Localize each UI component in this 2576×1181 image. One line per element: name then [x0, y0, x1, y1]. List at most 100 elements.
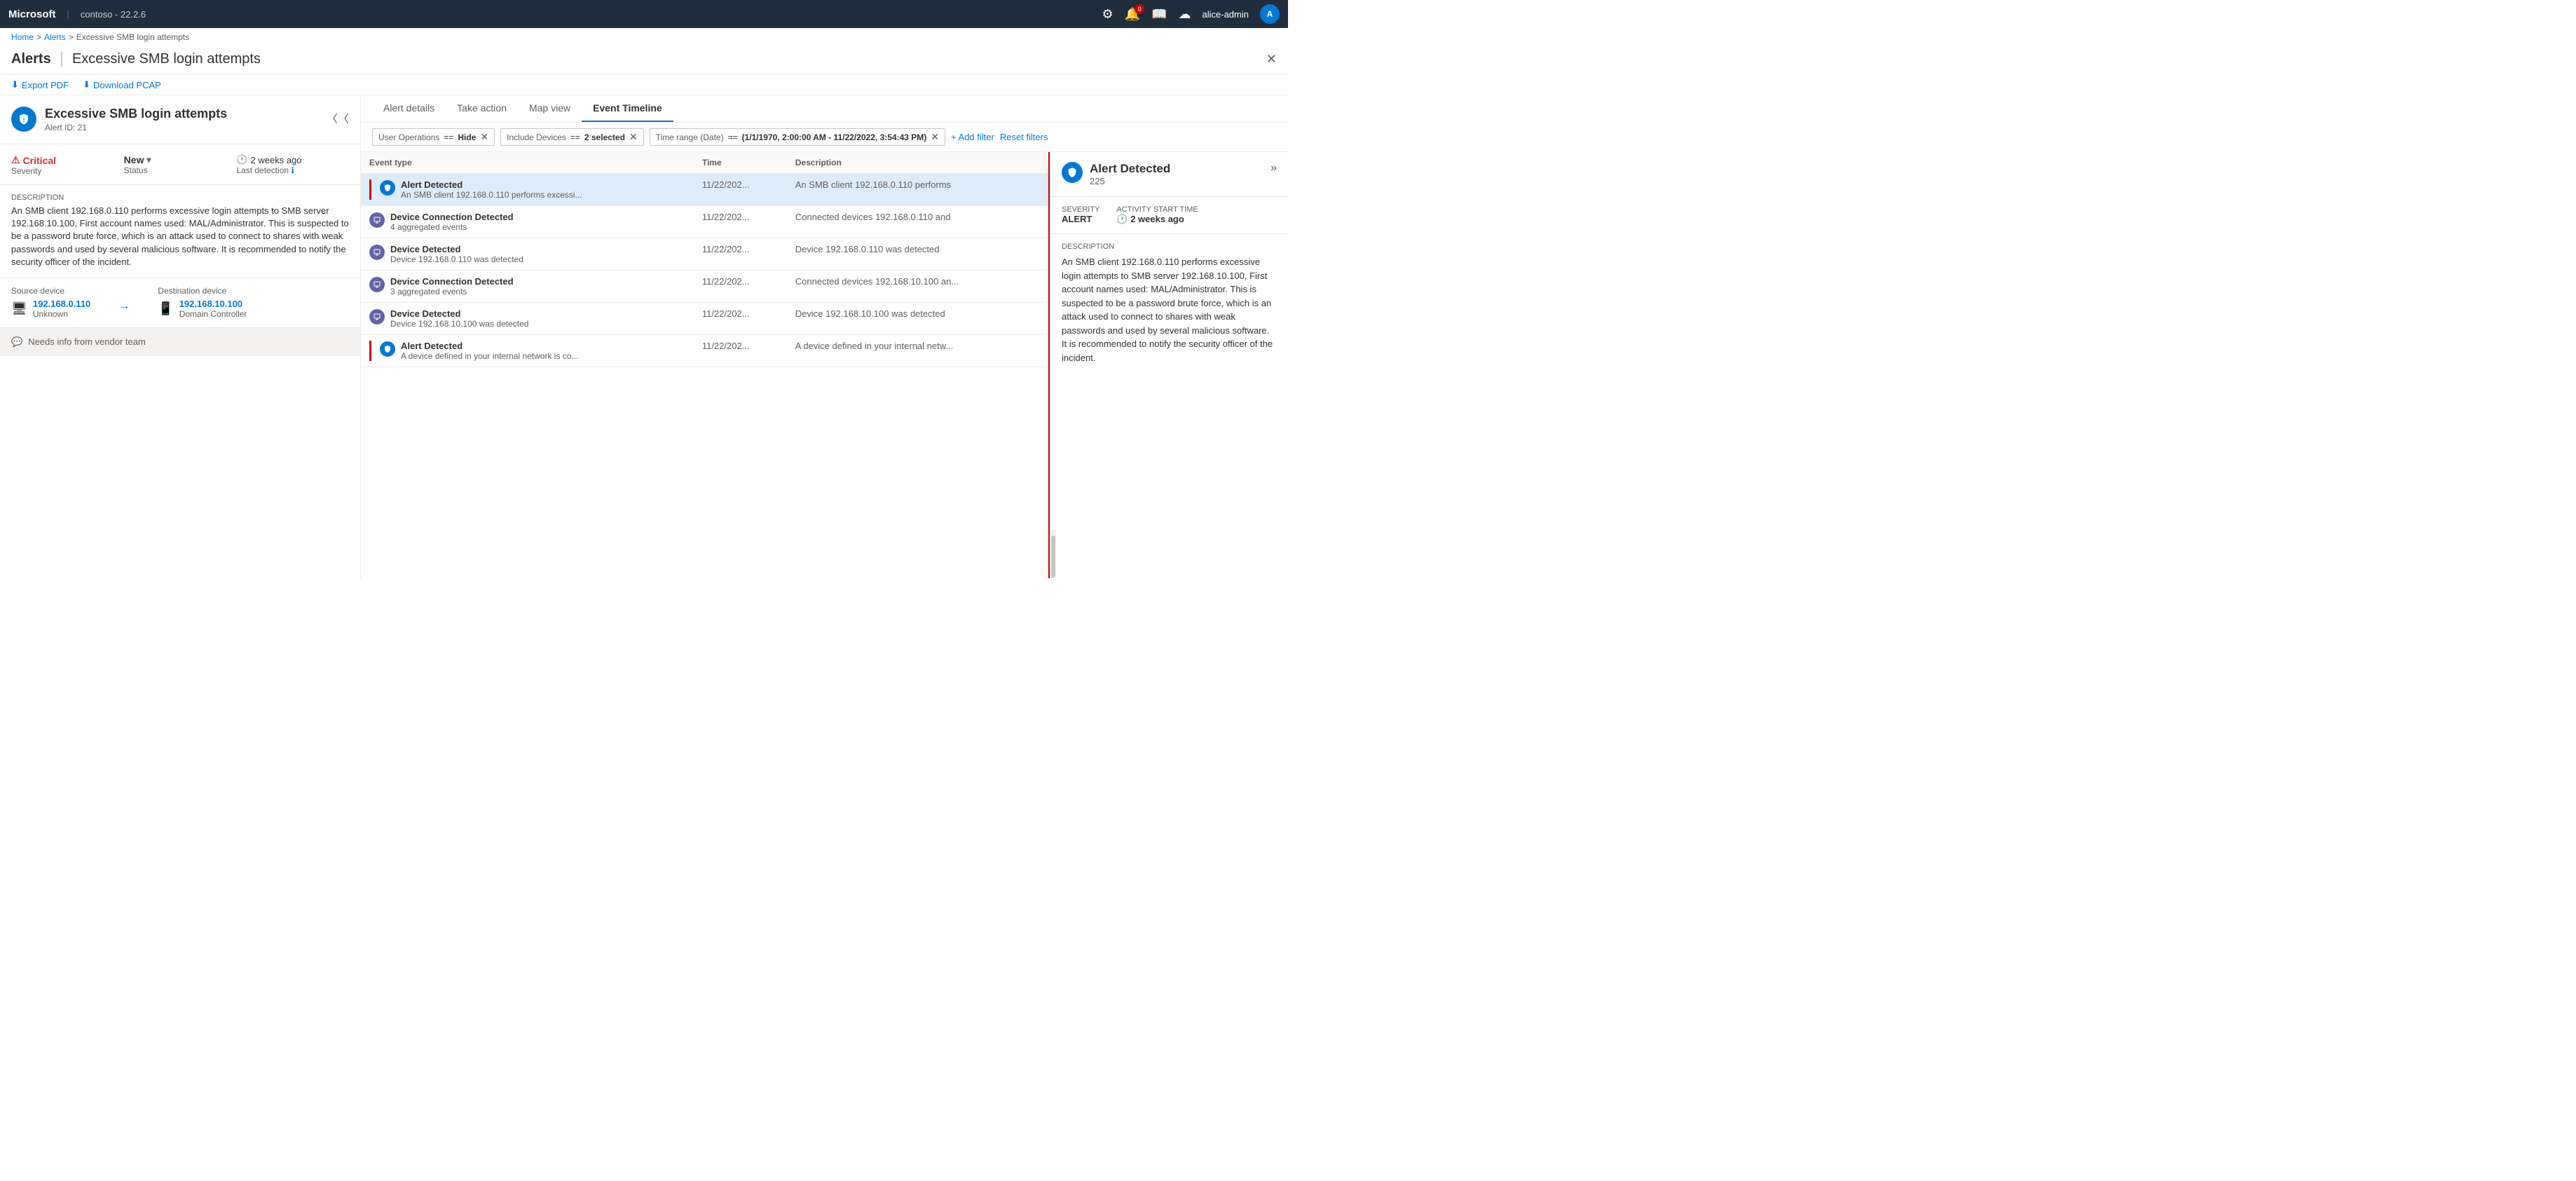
severity-meta: ⚠ Critical Severity [11, 153, 124, 176]
event-sub: A device defined in your internal networ… [401, 351, 578, 361]
event-description: Device 192.168.10.100 was detected [787, 303, 1048, 335]
add-filter-button[interactable]: + Add filter [951, 132, 994, 142]
breadcrumb: Home > Alerts > Excessive SMB login atte… [0, 28, 1288, 46]
left-panel: ! Excessive SMB login attempts Alert ID:… [0, 95, 361, 578]
remove-filter-devices[interactable]: ✕ [629, 131, 638, 143]
alert-icon [380, 180, 395, 196]
table-row[interactable]: Alert DetectedAn SMB client 192.168.0.11… [361, 174, 1048, 206]
collapse-button[interactable]: 〈〈 [327, 109, 349, 126]
table-row[interactable]: Alert DetectedA device defined in your i… [361, 335, 1048, 367]
table-row[interactable]: Device DetectedDevice 192.168.10.100 was… [361, 303, 1048, 335]
alert-bar-indicator [369, 341, 371, 361]
event-type-cell: Alert DetectedA device defined in your i… [369, 341, 685, 361]
settings-icon[interactable]: ⚙ [1102, 7, 1114, 22]
remove-filter-timerange[interactable]: ✕ [931, 131, 939, 143]
breadcrumb-home[interactable]: Home [11, 32, 34, 42]
device-icon [369, 212, 385, 228]
filter-op-timerange: == [728, 132, 738, 142]
status-chevron-icon[interactable]: ▾ [146, 155, 151, 165]
event-sub: 4 aggregated events [390, 222, 514, 232]
event-type-cell: Device Connection Detected3 aggregated e… [369, 276, 685, 296]
comment-section[interactable]: 💬 Needs info from vendor team [0, 328, 360, 356]
avatar[interactable]: A [1260, 4, 1280, 24]
last-detection-meta: 🕐 2 weeks ago Last detection ℹ [236, 153, 349, 176]
info-icon: ℹ [291, 165, 294, 175]
reset-filters-button[interactable]: Reset filters [1000, 132, 1048, 142]
event-type-cell: Device DetectedDevice 192.168.0.110 was … [369, 244, 685, 264]
source-device-icon: 🖥 [11, 301, 27, 316]
table-row[interactable]: Device DetectedDevice 192.168.0.110 was … [361, 238, 1048, 271]
event-name: Device Detected [390, 244, 523, 254]
clock-icon: 🕐 [236, 154, 247, 165]
top-nav: Microsoft | contoso - 22.2.6 ⚙ 🔔 0 📖 ☁ a… [0, 0, 1288, 28]
alert-icon [380, 341, 395, 357]
detail-scrollbar[interactable] [1050, 530, 1056, 578]
severity-label: Severity [11, 166, 124, 176]
source-device-ip[interactable]: 192.168.0.110 [33, 299, 90, 309]
event-name: Device Connection Detected [390, 212, 514, 222]
filter-val-devices: 2 selected [584, 132, 625, 142]
device-icon [369, 309, 385, 325]
book-icon[interactable]: 📖 [1151, 7, 1167, 22]
event-description: Device 192.168.0.110 was detected [787, 238, 1048, 271]
breadcrumb-alerts[interactable]: Alerts [44, 32, 66, 42]
filters-bar: User Operations == Hide ✕ Include Device… [361, 123, 1288, 152]
remove-filter-user-ops[interactable]: ✕ [480, 131, 488, 143]
notifications-icon[interactable]: 🔔 0 [1125, 7, 1140, 22]
instance-name: contoso - 22.2.6 [81, 9, 146, 20]
page-title: Alerts [11, 51, 51, 67]
page-subtitle: Excessive SMB login attempts [72, 51, 261, 67]
event-table-main: Event type Time Description Alert Detect… [361, 152, 1050, 578]
cloud-icon[interactable]: ☁ [1179, 7, 1191, 22]
detail-description: Description An SMB client 192.168.0.110 … [1050, 234, 1288, 530]
event-name: Alert Detected [401, 179, 582, 190]
source-device-block: Source device 🖥 192.168.0.110 Unknown [11, 286, 90, 319]
alert-id: Alert ID: 21 [45, 123, 318, 132]
dest-device-ip[interactable]: 192.168.10.100 [179, 299, 247, 309]
table-row[interactable]: Device Connection Detected3 aggregated e… [361, 271, 1048, 303]
device-icon [369, 277, 385, 292]
expand-detail-button[interactable]: » [1270, 162, 1277, 175]
filter-val-user-ops: Hide [458, 132, 476, 142]
comment-icon: 💬 [11, 336, 22, 348]
download-pcap-link[interactable]: ⬇ Download PCAP [83, 79, 161, 90]
filter-key-timerange: Time range (Date) [656, 132, 724, 142]
source-device-label: Source device [11, 286, 90, 296]
detail-count: 225 [1090, 176, 1263, 186]
breadcrumb-current: Excessive SMB login attempts [76, 32, 189, 42]
download-pcap-icon: ⬇ [83, 79, 90, 90]
dest-device-block: Destination device 📱 192.168.10.100 Doma… [158, 286, 247, 319]
arrow-right-icon: → [118, 300, 130, 313]
event-sub: An SMB client 192.168.0.110 performs exc… [401, 190, 582, 200]
event-time: 11/22/202... [694, 206, 787, 238]
event-table-container: Event type Time Description Alert Detect… [361, 152, 1288, 578]
alert-title-block: Excessive SMB login attempts Alert ID: 2… [45, 107, 318, 132]
status-meta: New ▾ Status [124, 153, 237, 176]
col-description: Description [787, 152, 1048, 174]
critical-icon: ⚠ [11, 154, 20, 166]
detail-panel-header: Alert Detected 225 » [1050, 152, 1288, 197]
detail-time-sublabel: Activity start time [1116, 205, 1198, 214]
tab-take-action[interactable]: Take action [446, 95, 518, 122]
event-sub: Device 192.168.10.100 was detected [390, 319, 528, 329]
table-row[interactable]: Device Connection Detected4 aggregated e… [361, 206, 1048, 238]
filter-key-user-ops: User Operations [378, 132, 439, 142]
export-pdf-link[interactable]: ⬇ Export PDF [11, 79, 69, 90]
detail-title-block: Alert Detected 225 [1090, 162, 1263, 186]
event-name: Device Connection Detected [390, 276, 514, 287]
description-text: An SMB client 192.168.0.110 performs exc… [11, 205, 349, 268]
filter-chip-user-ops: User Operations == Hide ✕ [372, 128, 495, 146]
username-label: alice-admin [1203, 9, 1249, 20]
event-sub: Device 192.168.0.110 was detected [390, 254, 523, 264]
page-title-row: Alerts | Excessive SMB login attempts ✕ [0, 46, 1288, 75]
dest-device-row: 📱 192.168.10.100 Domain Controller [158, 299, 247, 319]
brand-logo: Microsoft [8, 8, 56, 20]
close-button[interactable]: ✕ [1266, 52, 1277, 67]
event-name: Device Detected [390, 308, 528, 319]
filter-chip-devices: Include Devices == 2 selected ✕ [500, 128, 644, 146]
detail-severity: Severity ALERT [1062, 205, 1099, 225]
tab-alert-details[interactable]: Alert details [372, 95, 446, 122]
tab-map-view[interactable]: Map view [518, 95, 582, 122]
tab-event-timeline[interactable]: Event Timeline [582, 95, 673, 122]
description-label: Description [11, 193, 349, 202]
